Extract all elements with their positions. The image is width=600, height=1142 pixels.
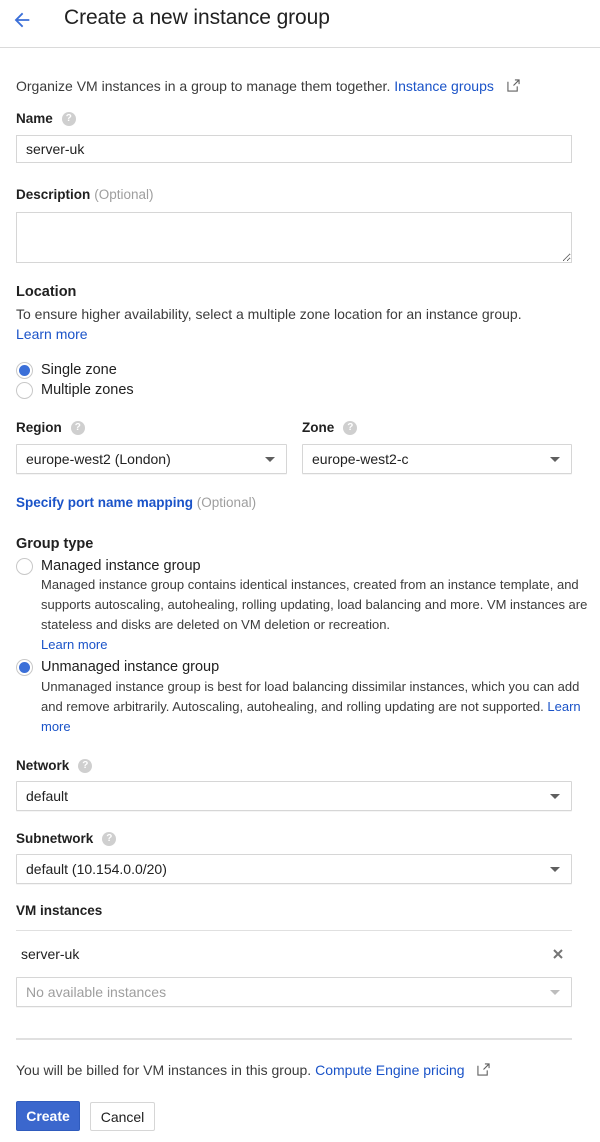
- radio-label: Unmanaged instance group: [41, 659, 220, 675]
- region-select-value: europe-west2 (London): [26, 451, 171, 467]
- external-link-icon[interactable]: [507, 79, 520, 92]
- dropdown-caret-icon: [550, 456, 560, 462]
- managed-group-description: Managed instance group contains identica…: [41, 575, 600, 655]
- region-select[interactable]: europe-west2 (London): [16, 444, 287, 474]
- intro-text: Organize VM instances in a group to mana…: [16, 78, 391, 94]
- vm-instance-row: server-uk: [16, 942, 572, 966]
- zone-label: Zone: [302, 420, 335, 435]
- subnetwork-label: Subnetwork: [16, 831, 94, 846]
- radio-button[interactable]: [16, 381, 33, 399]
- help-icon[interactable]: ?: [61, 111, 76, 126]
- name-input[interactable]: [16, 135, 572, 163]
- radio-label: Single zone: [41, 362, 117, 378]
- cancel-button[interactable]: Cancel: [90, 1102, 155, 1131]
- network-label-row: Network ?: [16, 758, 93, 773]
- radio-multiple-zones[interactable]: Multiple zones: [16, 380, 134, 400]
- subnetwork-label-row: Subnetwork ?: [16, 831, 117, 846]
- help-icon[interactable]: ?: [78, 758, 93, 773]
- location-description: To ensure higher availability, select a …: [16, 306, 522, 322]
- radio-button[interactable]: [16, 557, 33, 575]
- radio-button-checked[interactable]: [16, 658, 33, 676]
- zone-label-row: Zone ?: [302, 420, 358, 435]
- vm-instance-name: server-uk: [21, 946, 80, 962]
- remove-instance-icon[interactable]: [552, 948, 564, 960]
- add-instance-select[interactable]: No available instances: [16, 977, 572, 1007]
- unmanaged-group-description-text: Unmanaged instance group is best for loa…: [41, 679, 580, 714]
- page-header: Create a new instance group: [0, 0, 600, 48]
- compute-engine-pricing-link[interactable]: Compute Engine pricing: [315, 1062, 464, 1078]
- network-label: Network: [16, 758, 70, 773]
- port-mapping-row: Specify port name mapping (Optional): [16, 495, 256, 510]
- network-select[interactable]: default: [16, 781, 572, 811]
- port-mapping-link[interactable]: Specify port name mapping: [16, 495, 193, 510]
- back-button[interactable]: [10, 8, 34, 32]
- instance-groups-link[interactable]: Instance groups: [394, 78, 494, 94]
- page-title: Create a new instance group: [64, 6, 330, 29]
- arrow-back-icon: [14, 12, 30, 28]
- location-learn-more-link[interactable]: Learn more: [16, 326, 88, 342]
- help-icon[interactable]: ?: [70, 420, 85, 435]
- subnetwork-select[interactable]: default (10.154.0.0/20): [16, 854, 572, 884]
- billing-row: You will be billed for VM instances in t…: [16, 1062, 491, 1078]
- billing-text: You will be billed for VM instances in t…: [16, 1062, 312, 1078]
- description-label: Description: [16, 187, 91, 202]
- managed-group-description-text: Managed instance group contains identica…: [41, 577, 588, 632]
- help-icon[interactable]: ?: [102, 831, 117, 846]
- description-optional: (Optional): [94, 187, 154, 202]
- location-help-text: To ensure higher availability, select a …: [16, 304, 586, 344]
- managed-learn-more-link[interactable]: Learn more: [41, 637, 107, 652]
- external-link-icon[interactable]: [477, 1063, 491, 1076]
- help-icon[interactable]: ?: [343, 420, 358, 435]
- dropdown-caret-icon: [550, 793, 560, 799]
- group-type-label: Group type: [16, 536, 94, 552]
- dropdown-caret-icon: [550, 866, 560, 872]
- radio-label: Multiple zones: [41, 382, 134, 398]
- region-label: Region: [16, 420, 62, 435]
- unmanaged-group-description: Unmanaged instance group is best for loa…: [41, 677, 600, 737]
- create-button[interactable]: Create: [16, 1101, 80, 1131]
- vm-instances-divider: [16, 930, 572, 931]
- vm-instances-label: VM instances: [16, 903, 103, 918]
- footer-divider: [16, 1038, 572, 1040]
- network-select-value: default: [26, 788, 69, 804]
- radio-single-zone[interactable]: Single zone: [16, 360, 117, 380]
- region-label-row: Region ?: [16, 420, 85, 435]
- description-label-row: Description (Optional): [16, 187, 154, 202]
- intro-text-row: Organize VM instances in a group to mana…: [16, 78, 520, 94]
- name-label: Name: [16, 111, 53, 126]
- dropdown-caret-icon: [265, 456, 275, 462]
- dropdown-caret-icon: [550, 989, 560, 995]
- port-mapping-optional: (Optional): [196, 495, 257, 510]
- zone-select[interactable]: europe-west2-c: [302, 444, 572, 474]
- radio-managed-instance-group[interactable]: Managed instance group: [16, 556, 201, 576]
- description-textarea[interactable]: [16, 212, 572, 263]
- name-label-row: Name ?: [16, 111, 76, 126]
- subnetwork-select-value: default (10.154.0.0/20): [26, 861, 167, 877]
- location-label: Location: [16, 284, 77, 300]
- radio-label: Managed instance group: [41, 558, 201, 574]
- zone-select-value: europe-west2-c: [312, 451, 409, 467]
- add-instance-placeholder: No available instances: [26, 984, 167, 1000]
- radio-button-checked[interactable]: [16, 361, 33, 379]
- create-instance-group-page: Create a new instance group Organize VM …: [0, 0, 600, 1142]
- radio-unmanaged-instance-group[interactable]: Unmanaged instance group: [16, 657, 219, 677]
